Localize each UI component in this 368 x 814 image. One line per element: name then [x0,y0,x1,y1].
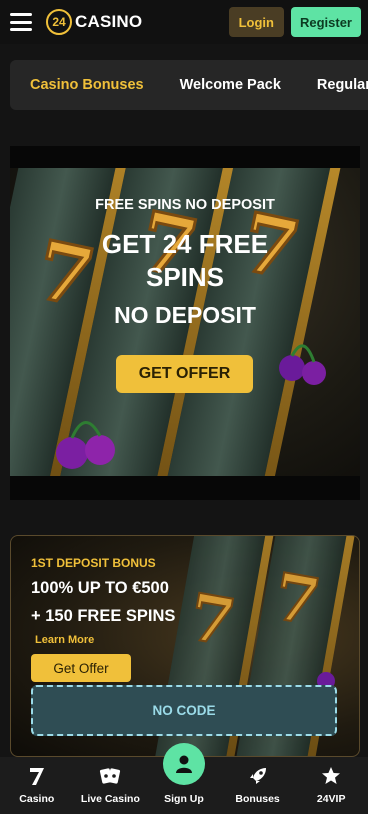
nav-live-casino[interactable]: Live Casino [74,757,148,814]
menu-icon[interactable] [10,13,32,31]
rocket-icon [248,765,268,787]
user-icon [162,743,205,785]
card-offer-line-2: + 150 FREE SPINS [31,607,176,625]
hero-eyebrow: FREE SPINS NO DEPOSIT [95,197,275,213]
nav-24vip[interactable]: 24VIP [294,757,368,814]
hero-title: GET 24 FREE SPINS [101,229,269,292]
nav-sign-up[interactable]: Sign Up [147,743,221,814]
bottom-nav: Casino Live Casino Sign Up Bonuses 24VIP [0,743,368,814]
star-icon [321,765,341,787]
bonus-tabs: Casino Bonuses Welcome Pack Regular Bo [10,60,368,110]
bonus-card: 7 7 1ST DEPOSIT BONUS 100% UP TO €500 + … [10,535,360,757]
nav-label: Sign Up [164,793,204,805]
top-header: 24 CASINO Login Register [0,0,368,44]
tab-casino-bonuses[interactable]: Casino Bonuses [10,77,160,93]
card-eyebrow: 1ST DEPOSIT BONUS [31,556,156,570]
brand-logo[interactable]: 24 CASINO [46,9,142,35]
nav-label: Bonuses [235,793,280,805]
nav-casino[interactable]: Casino [0,757,74,814]
nav-bonuses[interactable]: Bonuses [221,757,295,814]
register-button[interactable]: Register [290,7,361,37]
get-offer-button[interactable]: GET OFFER [116,355,253,393]
hero-banner: 7 7 7 FREE SPINS NO DEPOSIT GET 24 FREE … [10,146,360,500]
tab-regular-bonuses[interactable]: Regular Bo [297,77,368,93]
cards-icon [99,765,121,787]
tab-welcome-pack[interactable]: Welcome Pack [160,77,297,93]
login-button[interactable]: Login [228,7,284,37]
nav-label: 24VIP [316,793,346,805]
card-get-offer-button[interactable]: Get Offer [31,654,131,682]
seven-icon [28,765,46,787]
learn-more-link[interactable]: Learn More [35,634,94,646]
card-offer-line-1: 100% UP TO €500 [31,579,169,597]
nav-label: Live Casino [80,793,140,805]
hero-subtitle: NO DEPOSIT [114,302,256,328]
nav-label: Casino [19,793,55,805]
logo-text: CASINO [75,12,143,31]
bonus-code-box[interactable]: NO CODE [31,685,337,736]
logo-mark: 24 [46,9,72,35]
